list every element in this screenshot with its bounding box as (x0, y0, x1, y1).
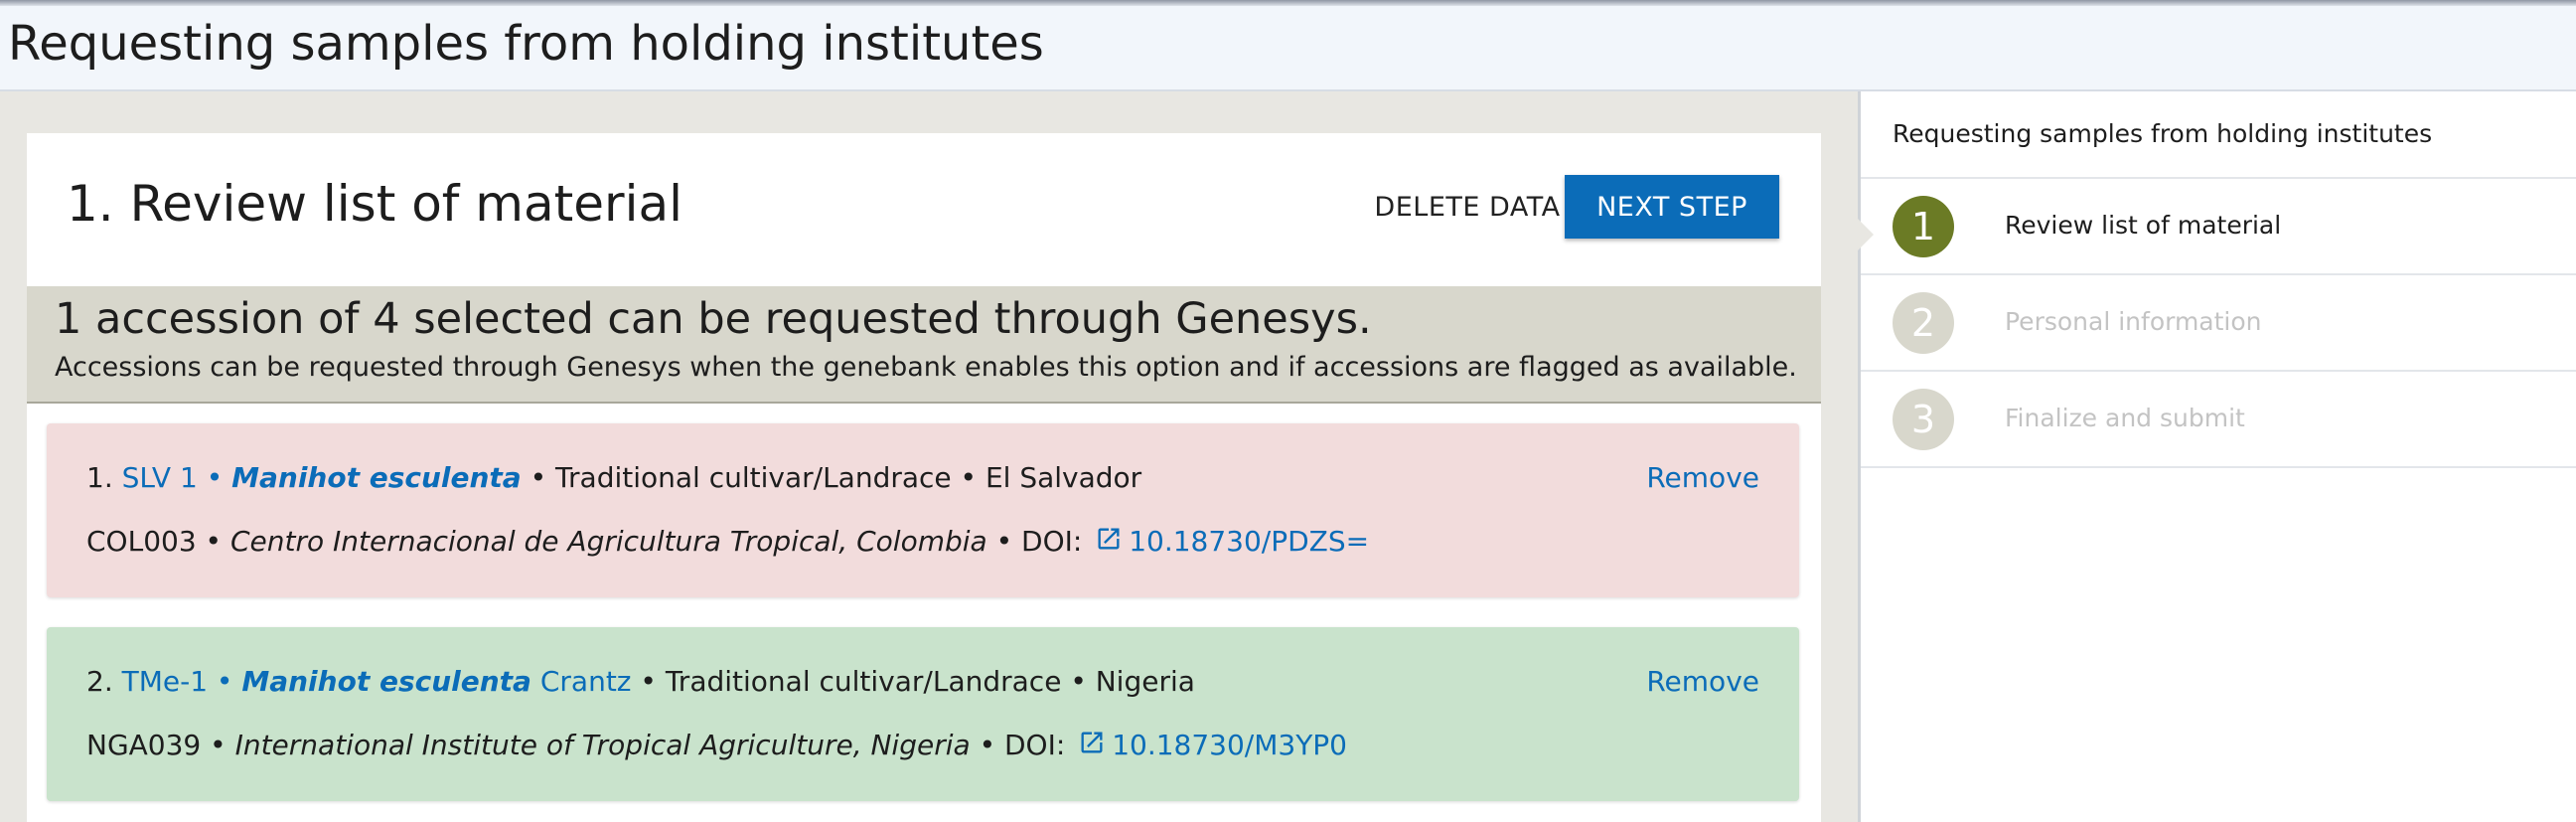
accession-item: 2. TMe-1 • Manihot esculenta Crantz • Tr… (47, 627, 1799, 801)
next-step-button[interactable]: NEXT STEP (1565, 175, 1779, 239)
accession-line: 2. TMe-1 • Manihot esculenta Crantz • Tr… (86, 665, 1195, 698)
accession-name: SLV 1 (121, 461, 198, 494)
step-label: Personal information (2005, 307, 2262, 336)
delete-data-button[interactable]: DELETE DATA (1348, 175, 1587, 239)
accession-line: 1. SLV 1 • Manihot esculenta • Tradition… (86, 461, 1141, 494)
external-link-icon (1098, 528, 1120, 550)
remove-button[interactable]: Remove (1646, 665, 1759, 698)
doi-label: • DOI: (986, 525, 1083, 558)
accession-link[interactable]: TMe-1 • Manihot esculenta Crantz (122, 665, 632, 698)
external-link-icon (1081, 732, 1103, 753)
institute-line: COL003 • Centro Internacional de Agricul… (86, 525, 1369, 558)
institute-code: NGA039 • (86, 729, 235, 761)
species-author: Crantz (530, 665, 632, 698)
step-number-badge: 3 (1893, 389, 1954, 450)
step-title: 1. Review list of material (67, 175, 682, 233)
step-label: Finalize and submit (2005, 404, 2245, 432)
remove-button[interactable]: Remove (1646, 461, 1759, 494)
institute-name: Centro Internacional de Agricultura Trop… (229, 525, 987, 558)
institute-code: COL003 • (86, 525, 230, 558)
doi-link[interactable]: 10.18730/PDZS= (1091, 525, 1369, 558)
sidebar-step-personal-info[interactable]: 2 Personal information (1861, 275, 2576, 371)
accession-details: • Traditional cultivar/Landrace • Nigeri… (631, 665, 1195, 698)
institute-line: NGA039 • International Institute of Trop… (86, 729, 1347, 761)
step-card-header: 1. Review list of material DELETE DATA N… (27, 133, 1821, 286)
active-step-notch (1858, 219, 1874, 250)
item-number: 1. (86, 461, 113, 494)
accession-link[interactable]: SLV 1 • Manihot esculenta (122, 461, 522, 494)
page-header: Requesting samples from holding institut… (0, 6, 2576, 91)
doi-value: 10.18730/PDZS= (1129, 525, 1370, 558)
steps-sidebar: Requesting samples from holding institut… (1858, 91, 2576, 822)
sidebar-title: Requesting samples from holding institut… (1893, 119, 2433, 148)
separator: • (208, 665, 242, 698)
species-name: Manihot esculenta (231, 461, 522, 494)
separator: • (197, 461, 232, 494)
accession-name: TMe-1 (121, 665, 209, 698)
accession-item: 1. SLV 1 • Manihot esculenta • Tradition… (47, 423, 1799, 597)
institute-name: International Institute of Tropical Agri… (234, 729, 971, 761)
step-card: 1. Review list of material DELETE DATA N… (27, 133, 1821, 822)
step-label: Review list of material (2005, 211, 2282, 240)
divider (1861, 466, 2576, 468)
doi-label: • DOI: (970, 729, 1066, 761)
main-content: 1. Review list of material DELETE DATA N… (0, 91, 1858, 822)
doi-link[interactable]: 10.18730/M3YP0 (1074, 729, 1347, 761)
accession-details: • Traditional cultivar/Landrace • El Sal… (521, 461, 1142, 494)
item-number: 2. (86, 665, 113, 698)
species-name: Manihot esculenta (241, 665, 531, 698)
page-title: Requesting samples from holding institut… (8, 16, 1044, 72)
summary-heading: 1 accession of 4 selected can be request… (55, 294, 1372, 344)
step-number-badge: 2 (1893, 292, 1954, 354)
selection-summary: 1 accession of 4 selected can be request… (27, 286, 1821, 404)
doi-value: 10.18730/M3YP0 (1112, 729, 1347, 761)
sidebar-step-finalize[interactable]: 3 Finalize and submit (1861, 372, 2576, 467)
step-number-badge: 1 (1893, 196, 1954, 257)
summary-text: Accessions can be requested through Gene… (55, 352, 1797, 383)
sidebar-step-review[interactable]: 1 Review list of material (1858, 179, 2576, 274)
